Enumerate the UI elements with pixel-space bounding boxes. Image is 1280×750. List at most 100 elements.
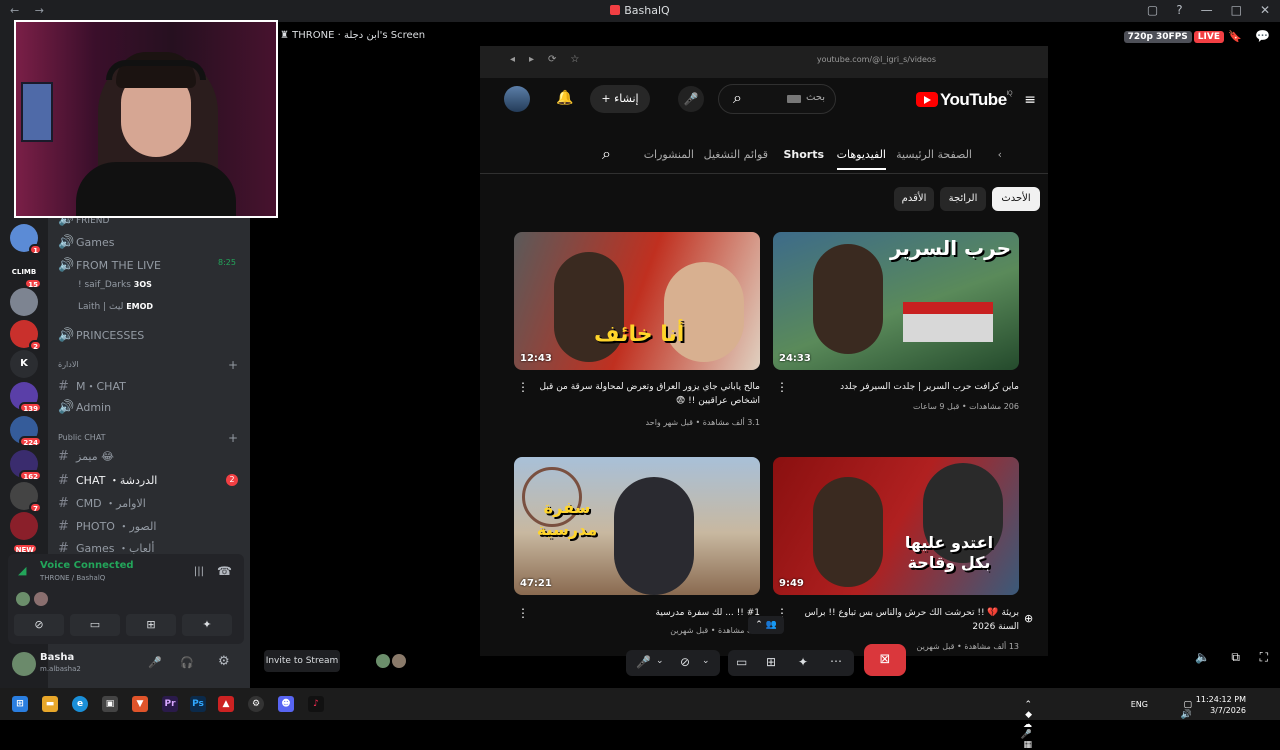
server-icon[interactable]: 2 xyxy=(10,320,42,351)
stop-stream-button[interactable]: ⊠ xyxy=(864,644,906,676)
user-name[interactable]: Basha xyxy=(40,652,74,663)
windows-start-icon[interactable]: ⊞ xyxy=(12,696,28,712)
chip-latest[interactable]: الأحدث xyxy=(992,187,1040,211)
soundboard-icon[interactable]: ✦ xyxy=(798,655,808,669)
tab-shorts[interactable]: Shorts xyxy=(783,148,824,161)
channel-games-voice[interactable]: 🔊 Games xyxy=(58,235,114,250)
search-icon[interactable]: ⌕ xyxy=(733,88,742,108)
popout-icon[interactable]: ⧉ xyxy=(1231,650,1240,665)
channel-from-live[interactable]: 🔊 FROM THE LIVE xyxy=(58,258,161,273)
video-options-icon[interactable]: ⋮ xyxy=(776,380,788,394)
search-input[interactable]: ⌕ بحث xyxy=(718,84,836,114)
channel-photo[interactable]: # PHOTO ・الصور xyxy=(58,518,156,534)
channel-memes[interactable]: # ميمز 😂 xyxy=(58,449,114,464)
zoom-icon[interactable]: ⊕ xyxy=(1024,612,1033,625)
server-icon[interactable]: CLIMB 15 xyxy=(10,258,42,289)
add-channel-icon[interactable]: + xyxy=(228,431,238,445)
screen-share-button[interactable]: ▭ xyxy=(70,614,120,636)
tab-home[interactable]: الصفحة الرئيسية xyxy=(896,148,972,161)
signal-icon[interactable]: ◢ xyxy=(18,564,26,577)
tiktok-icon[interactable]: ♪ xyxy=(308,696,324,712)
edge-icon[interactable]: e xyxy=(72,696,88,712)
channel-search-icon[interactable]: ⌕ xyxy=(602,144,611,164)
headphones-icon[interactable]: 🎧 xyxy=(180,656,194,669)
tab-playlists[interactable]: قوائم التشغيل xyxy=(704,148,768,161)
video-thumbnail[interactable]: أنا خائف 12:43 xyxy=(514,232,760,370)
youtube-logo[interactable]: YouTubeIQ xyxy=(915,90,1013,110)
video-title[interactable]: بريئة 💔 !! تحرشت الك حرش والناس بس تباوع… xyxy=(789,606,1019,634)
category-public-chat[interactable]: Public CHAT xyxy=(58,433,106,442)
hamburger-menu-icon[interactable]: ≡ xyxy=(1024,92,1036,108)
fullscreen-icon[interactable]: ⛶ xyxy=(1260,650,1268,665)
premiere-icon[interactable]: Pr xyxy=(162,696,178,712)
voice-status[interactable]: Voice Connected xyxy=(40,560,134,571)
inbox-icon[interactable]: ▢ xyxy=(1147,3,1158,17)
browser-icons[interactable]: ◂▸⟳☆ xyxy=(510,54,593,65)
stream-participants-button[interactable]: ⌃ 👥 xyxy=(748,616,784,634)
app-icon[interactable]: ▲ xyxy=(218,696,234,712)
voice-member[interactable]: ! saif_Darks 3OS xyxy=(78,280,152,290)
channel-admin[interactable]: 🔊 Admin xyxy=(58,400,111,415)
bookmark-icon[interactable]: 🔖 xyxy=(1228,30,1242,43)
avatar[interactable] xyxy=(392,654,406,668)
language-indicator[interactable]: ENG xyxy=(1131,700,1148,709)
category-admin[interactable]: الادارة xyxy=(58,360,79,369)
video-title[interactable]: ماين كرافت حرب السرير | جلدت السيرفر جلد… xyxy=(789,380,1019,394)
add-channel-icon[interactable]: + xyxy=(228,358,238,372)
steam-icon[interactable]: ⚙ xyxy=(248,696,264,712)
avatar[interactable] xyxy=(376,654,390,668)
tab-videos[interactable]: الفيديوهات xyxy=(836,148,886,170)
chevron-down-icon[interactable]: ⌄ xyxy=(656,656,664,666)
volume-icon[interactable]: 🔈 xyxy=(1195,650,1210,664)
channel-cmd[interactable]: # CMD ・الاوامر xyxy=(58,495,146,511)
avatar[interactable] xyxy=(34,592,48,606)
create-button[interactable]: + إنشاء xyxy=(590,85,650,113)
photoshop-icon[interactable]: Ps xyxy=(190,696,206,712)
help-icon[interactable]: ? xyxy=(1176,3,1182,17)
microphone-icon[interactable]: 🎤 xyxy=(636,655,651,669)
screen-share-icon[interactable]: ▭ xyxy=(736,655,747,669)
soundboard-button[interactable]: ✦ xyxy=(182,614,232,636)
chip-oldest[interactable]: الأقدم xyxy=(894,187,934,211)
channel-chat[interactable]: # CHAT ・الدردشة xyxy=(58,472,157,488)
camera-off-icon[interactable]: ⊘ xyxy=(680,655,690,669)
notifications-bell-icon[interactable]: 🔔 xyxy=(556,90,573,106)
tab-scroll-chevron-icon[interactable]: ‹ xyxy=(998,148,1002,161)
server-icon[interactable] xyxy=(10,288,38,316)
discord-icon[interactable]: ☻ xyxy=(278,696,294,712)
server-icon[interactable]: 1 xyxy=(10,224,42,255)
video-thumbnail[interactable]: حرب السرير 24:33 xyxy=(773,232,1019,370)
channel-m-chat[interactable]: # M・CHAT xyxy=(58,378,126,394)
tray-icons[interactable]: ⌃ ◆ ☁ 🎤 ▦ xyxy=(1021,700,1032,750)
account-avatar[interactable] xyxy=(504,86,530,112)
settings-gear-icon[interactable]: ⚙ xyxy=(218,654,230,669)
activities-icon[interactable]: ⊞ xyxy=(766,655,776,669)
avatar[interactable] xyxy=(12,652,36,676)
video-title[interactable]: مالح ياباني جاي يزور العراق وتعرض لمحاول… xyxy=(530,380,761,408)
close-button[interactable]: ✕ xyxy=(1260,3,1270,17)
video-thumbnail[interactable]: اعتدو عليها بكل وقاحة 9:49 xyxy=(773,457,1019,595)
minimize-button[interactable]: — xyxy=(1201,3,1213,17)
tab-posts[interactable]: المنشورات xyxy=(644,148,694,161)
server-icon[interactable]: 7 xyxy=(10,482,42,513)
chevron-down-icon[interactable]: ⌄ xyxy=(702,656,710,666)
voice-search-button[interactable]: 🎤 xyxy=(678,86,704,112)
url-bar[interactable]: youtube.com/@l_igri_s/videos xyxy=(817,55,936,64)
channel-princesses[interactable]: 🔊 PRINCESSES xyxy=(58,328,144,343)
more-options-icon[interactable]: ⋯ xyxy=(830,654,842,668)
video-options-icon[interactable]: ⋮ xyxy=(517,606,529,620)
store-icon[interactable]: ▣ xyxy=(102,696,118,712)
keyboard-icon[interactable] xyxy=(787,95,801,103)
microphone-icon[interactable]: 🎤 xyxy=(148,656,162,669)
video-thumbnail[interactable]: سفرة مدرسية 47:21 xyxy=(514,457,760,595)
disconnect-icon[interactable]: ☎ xyxy=(217,564,232,578)
server-icon[interactable]: 162 xyxy=(10,450,42,481)
camera-off-button[interactable]: ⊘ xyxy=(14,614,64,636)
file-explorer-icon[interactable]: ▬ xyxy=(42,696,58,712)
avatar[interactable] xyxy=(16,592,30,606)
brave-icon[interactable]: ▼ xyxy=(132,696,148,712)
invite-to-stream-button[interactable]: Invite to Stream xyxy=(264,650,340,672)
video-title[interactable]: #1 !! ... لك سفرة مدرسية xyxy=(530,606,760,620)
server-icon[interactable]: 224 xyxy=(10,416,42,447)
video-options-icon[interactable]: ⋮ xyxy=(517,380,529,394)
